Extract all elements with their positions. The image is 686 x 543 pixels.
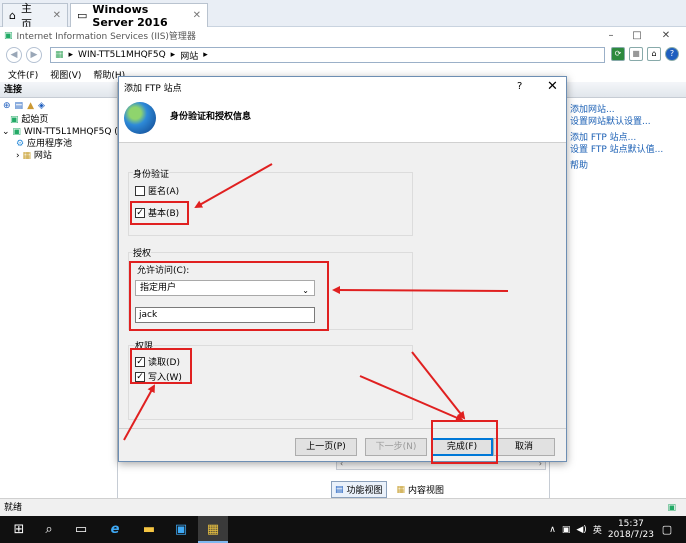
arrow-to-finish-2 (411, 351, 466, 420)
annotation-arrows (123, 163, 509, 441)
arrow-to-authorization (332, 286, 509, 295)
arrow-to-permissions (123, 384, 155, 441)
arrow-to-finish-1 (359, 375, 464, 422)
arrow-to-basic (194, 163, 273, 208)
